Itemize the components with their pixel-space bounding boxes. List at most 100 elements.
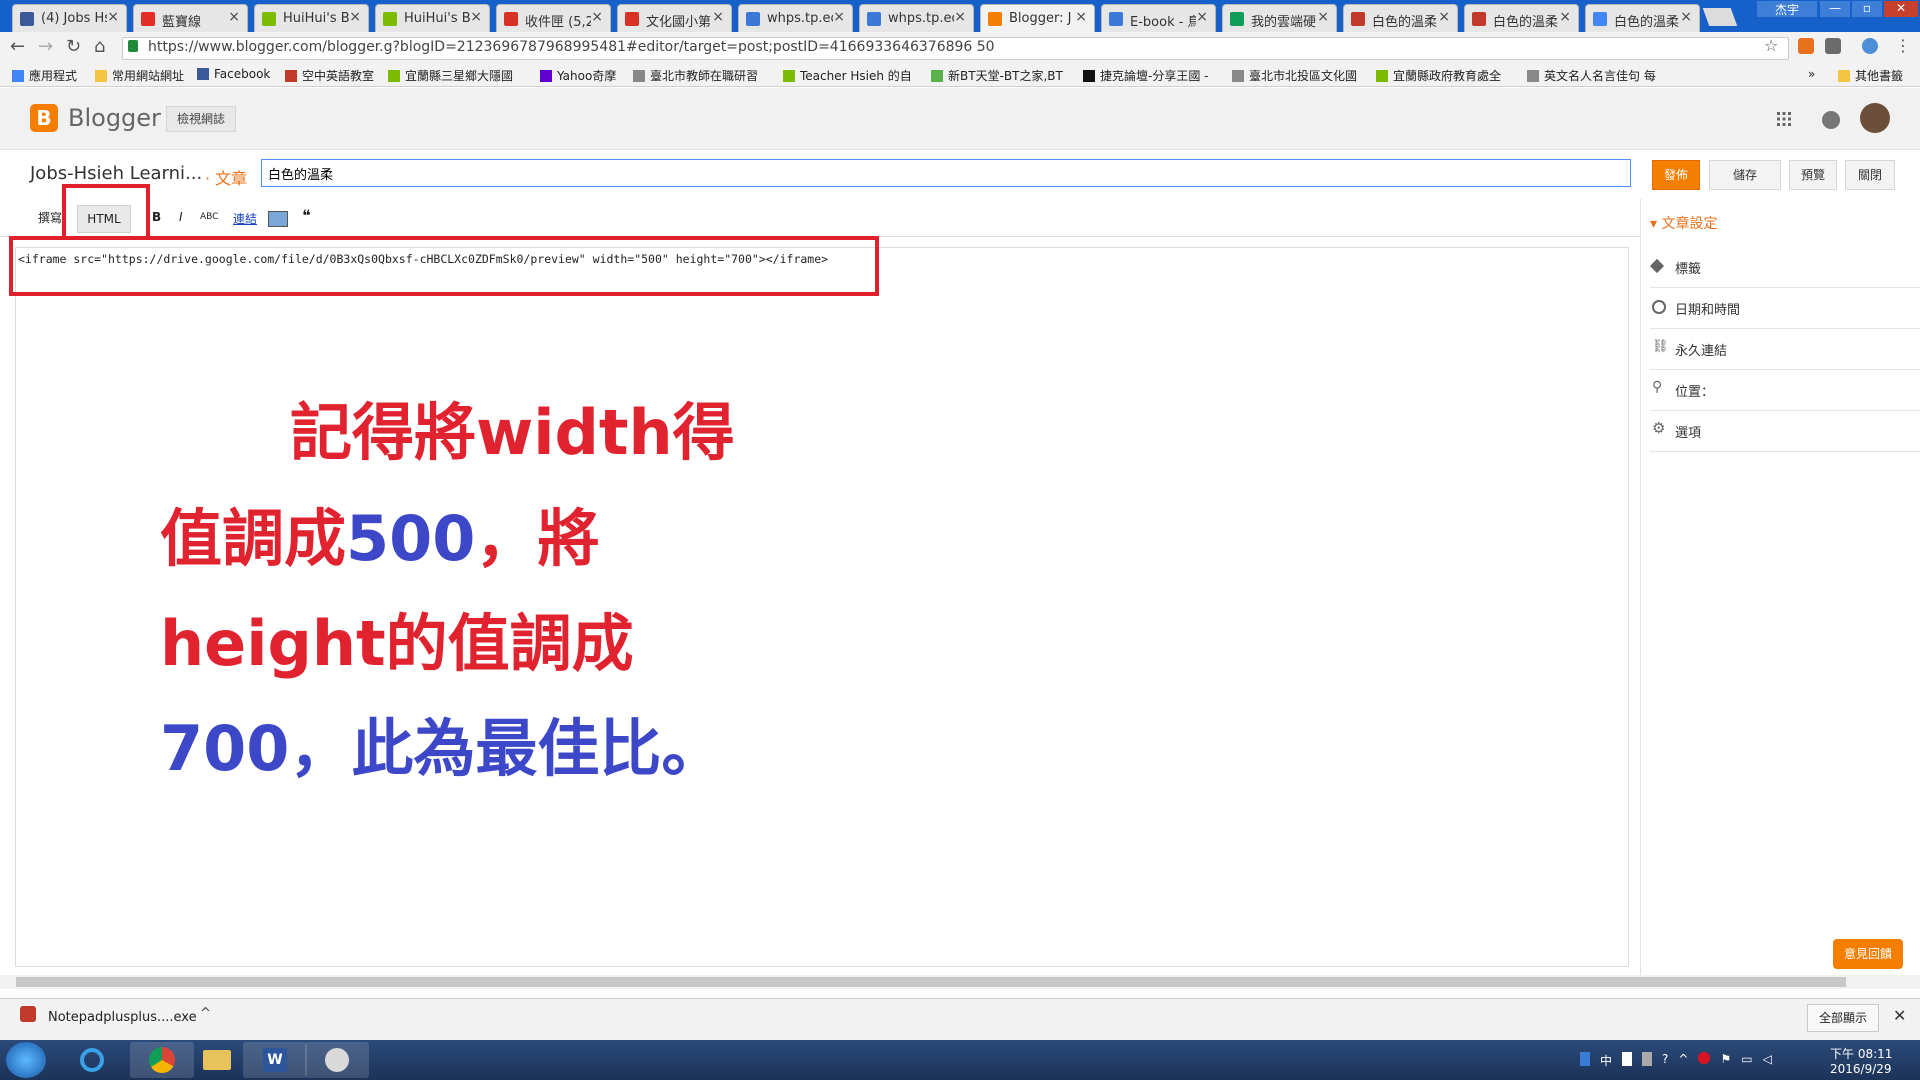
bookmark-item[interactable]: 其他書籤 [1838, 67, 1903, 84]
forward-icon[interactable]: → [38, 36, 53, 57]
side-item-schedule[interactable]: 日期和時間 [1650, 288, 1920, 329]
back-icon[interactable]: ← [10, 36, 25, 57]
bookmark-item[interactable]: 英文名人名言佳句 每 [1527, 67, 1656, 84]
extension-icon[interactable] [1825, 38, 1841, 54]
tab-close-icon[interactable]: × [1559, 9, 1571, 25]
tray-icon[interactable] [1698, 1052, 1711, 1064]
close-button[interactable]: 關閉 [1845, 160, 1895, 190]
side-item-options[interactable]: ⚙ 選項 [1650, 411, 1920, 452]
volume-icon[interactable]: ◁ [1763, 1052, 1772, 1069]
tab-close-icon[interactable]: × [1680, 9, 1692, 25]
tab-close-icon[interactable]: × [954, 9, 966, 25]
tab-close-icon[interactable]: × [1438, 9, 1450, 25]
scrollbar-thumb[interactable] [16, 977, 1846, 987]
browser-tab[interactable]: 收件匣 (5,2 × [496, 4, 611, 32]
browser-tab[interactable]: 文化國小第 × [617, 4, 732, 32]
apps-grid-icon[interactable] [1777, 112, 1791, 126]
more-bookmarks-icon[interactable]: » [1808, 67, 1815, 81]
word-icon[interactable]: W [243, 1042, 307, 1078]
avatar[interactable] [1860, 103, 1890, 133]
link-button[interactable]: 連結 [233, 210, 257, 227]
start-button-icon[interactable] [6, 1042, 46, 1078]
flag-icon[interactable]: ⚑ [1720, 1052, 1731, 1069]
close-window-button[interactable]: ✕ [1884, 1, 1918, 17]
bookmark-item[interactable]: Facebook [197, 67, 270, 81]
paint-icon[interactable] [305, 1042, 369, 1078]
tab-close-icon[interactable]: × [470, 9, 482, 25]
tab-close-icon[interactable]: × [1196, 9, 1208, 25]
browser-tab[interactable]: HuiHui's Bl × [254, 4, 369, 32]
tab-close-icon[interactable]: × [349, 9, 361, 25]
bookmark-item[interactable]: 應用程式 [12, 67, 77, 84]
bookmark-item[interactable]: 宜蘭縣三星鄉大隱國 [388, 67, 513, 84]
browser-tab[interactable]: E-book - 鳥 × [1101, 4, 1216, 32]
post-settings-header[interactable]: ▾ 文章設定 [1650, 213, 1717, 233]
reload-icon[interactable]: ↻ [66, 36, 81, 57]
publish-button[interactable]: 發佈 [1652, 160, 1700, 190]
blog-title[interactable]: Jobs-Hsieh Learni... [30, 163, 202, 184]
help-icon[interactable]: ? [1662, 1052, 1668, 1069]
close-icon[interactable]: ✕ [1893, 1006, 1906, 1025]
menu-icon[interactable]: ⋮ [1895, 36, 1911, 55]
clock-date[interactable]: 2016/9/29 [1830, 1062, 1892, 1076]
ie-icon[interactable] [60, 1042, 124, 1078]
bookmark-item[interactable]: Teacher Hsieh 的自 [783, 67, 912, 84]
bookmark-item[interactable]: 臺北市北投區文化國 [1232, 67, 1357, 84]
system-tray[interactable]: 中 ? ^ ⚑ ▭ ◁ [1580, 1052, 1810, 1068]
tab-close-icon[interactable]: × [712, 9, 724, 25]
side-item-labels[interactable]: 標籤 [1649, 247, 1920, 288]
notifications-icon[interactable] [1822, 111, 1840, 129]
browser-tab[interactable]: whps.tp.ed × [738, 4, 853, 32]
minimize-button[interactable]: — [1820, 1, 1850, 17]
extension-icon[interactable] [1862, 38, 1878, 54]
maximize-button[interactable]: ▫ [1852, 1, 1882, 17]
tray-icon[interactable] [1642, 1052, 1653, 1066]
extension-icon[interactable] [1798, 38, 1814, 54]
bookmark-item[interactable]: 捷克論壇-分享王國 - [1083, 67, 1208, 84]
network-icon[interactable]: ▭ [1741, 1052, 1752, 1069]
view-site-button[interactable]: 檢視網誌 [166, 106, 237, 132]
tray-icon[interactable] [1622, 1052, 1633, 1066]
browser-tab[interactable]: HuiHui's Bl × [375, 4, 490, 32]
tab-close-icon[interactable]: × [107, 9, 119, 25]
chevron-up-icon[interactable]: ^ [200, 1006, 211, 1021]
browser-tab[interactable]: 白色的溫柔 × [1585, 4, 1700, 32]
browser-tab[interactable]: 藍寶線 × [133, 4, 248, 32]
bookmark-item[interactable]: 臺北市教師在職研習 [633, 67, 758, 84]
quote-button[interactable]: ❝ [302, 206, 311, 225]
profile-name[interactable]: 杰宇 [1757, 1, 1817, 17]
chevron-up-icon[interactable]: ^ [1678, 1052, 1688, 1069]
clock-time[interactable]: 下午 08:11 [1830, 1045, 1892, 1062]
bookmark-item[interactable]: 宜蘭縣政府教育處全 [1376, 67, 1501, 84]
preview-button[interactable]: 預覽 [1789, 160, 1837, 190]
show-all-downloads-button[interactable]: 全部顯示 [1807, 1004, 1879, 1032]
tab-close-icon[interactable]: × [1317, 9, 1329, 25]
feedback-button[interactable]: 意見回饋 [1833, 939, 1903, 969]
image-icon[interactable] [268, 211, 288, 227]
bookmark-item[interactable]: 空中英語教室 [285, 67, 374, 84]
url-text[interactable]: https://www.blogger.com/blogger.g?blogID… [148, 39, 995, 55]
side-item-permalink[interactable]: ⛓ 永久連結 [1650, 329, 1920, 370]
browser-tab[interactable]: (4) Jobs Hs × [12, 4, 127, 32]
browser-tab[interactable]: Blogger: J × [980, 4, 1095, 32]
tab-close-icon[interactable]: × [591, 9, 603, 25]
post-title-input[interactable] [261, 159, 1631, 187]
home-icon[interactable]: ⌂ [94, 36, 105, 57]
tab-close-icon[interactable]: × [833, 9, 845, 25]
save-button[interactable]: 儲存 [1709, 160, 1781, 190]
browser-tab[interactable]: 白色的溫柔 × [1343, 4, 1458, 32]
browser-tab[interactable]: whps.tp.ed × [859, 4, 974, 32]
side-item-location[interactable]: ⚲ 位置： [1650, 370, 1920, 411]
download-file-name[interactable]: Notepadplusplus....exe [48, 1010, 197, 1025]
bookmark-item[interactable]: 新BT天堂-BT之家,BT [931, 67, 1063, 84]
ime-icon[interactable]: 中 [1600, 1052, 1612, 1069]
strikethrough-button[interactable]: ABC [200, 212, 218, 222]
blogger-logo-icon[interactable]: B [30, 104, 58, 132]
compose-mode-tab[interactable]: 撰寫 [35, 205, 65, 231]
file-explorer-icon[interactable] [185, 1042, 249, 1078]
star-icon[interactable]: ☆ [1764, 36, 1778, 55]
bookmark-item[interactable]: 常用網站網址 [95, 67, 184, 84]
tab-close-icon[interactable]: × [1075, 9, 1087, 25]
italic-button[interactable]: I [179, 210, 183, 224]
tab-close-icon[interactable]: × [228, 9, 240, 25]
